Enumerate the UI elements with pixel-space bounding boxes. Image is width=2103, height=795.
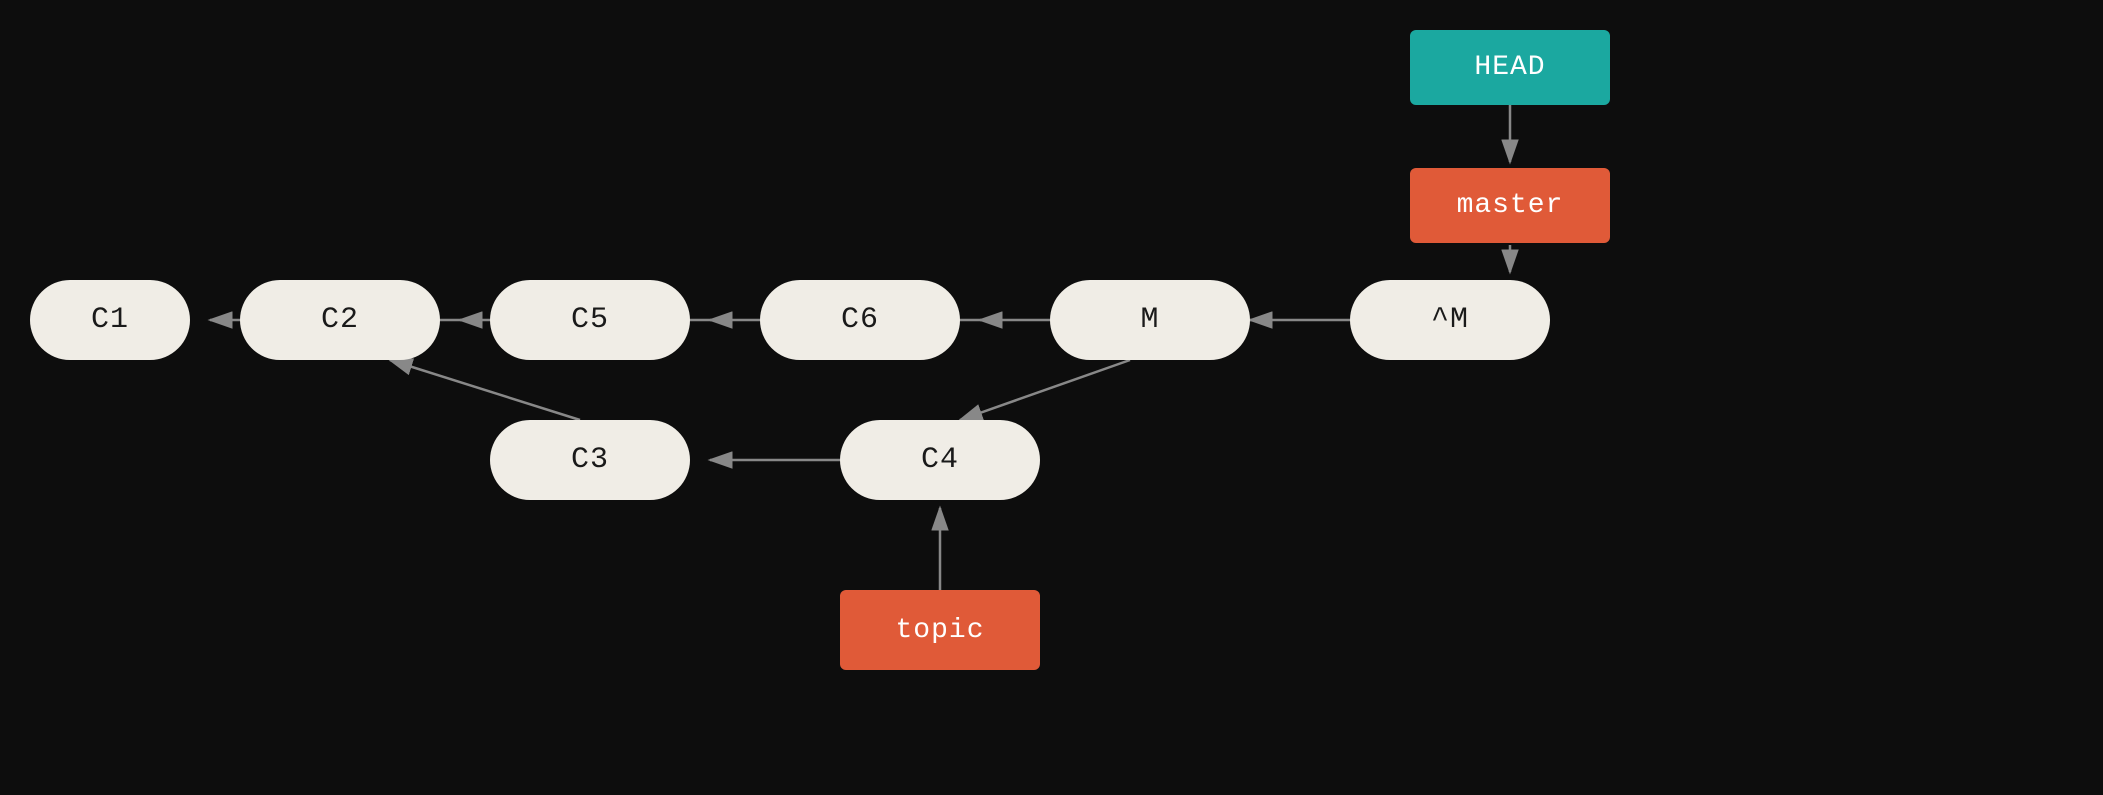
label-topic: topic	[840, 590, 1040, 670]
node-carm: ^M	[1350, 280, 1550, 360]
arrow-c3-c2	[390, 360, 580, 420]
node-c3: C3	[490, 420, 690, 500]
node-c5: C5	[490, 280, 690, 360]
node-c6: C6	[760, 280, 960, 360]
git-diagram: C1 C2 C3 C4 C5 C6 M ^M HEAD master topic	[0, 0, 2103, 795]
arrows-layer	[0, 0, 2103, 795]
node-c1: C1	[30, 280, 190, 360]
node-m: M	[1050, 280, 1250, 360]
label-head: HEAD	[1410, 30, 1610, 105]
node-c4: C4	[840, 420, 1040, 500]
node-c2: C2	[240, 280, 440, 360]
label-master: master	[1410, 168, 1610, 243]
arrow-m-c4	[960, 360, 1130, 420]
